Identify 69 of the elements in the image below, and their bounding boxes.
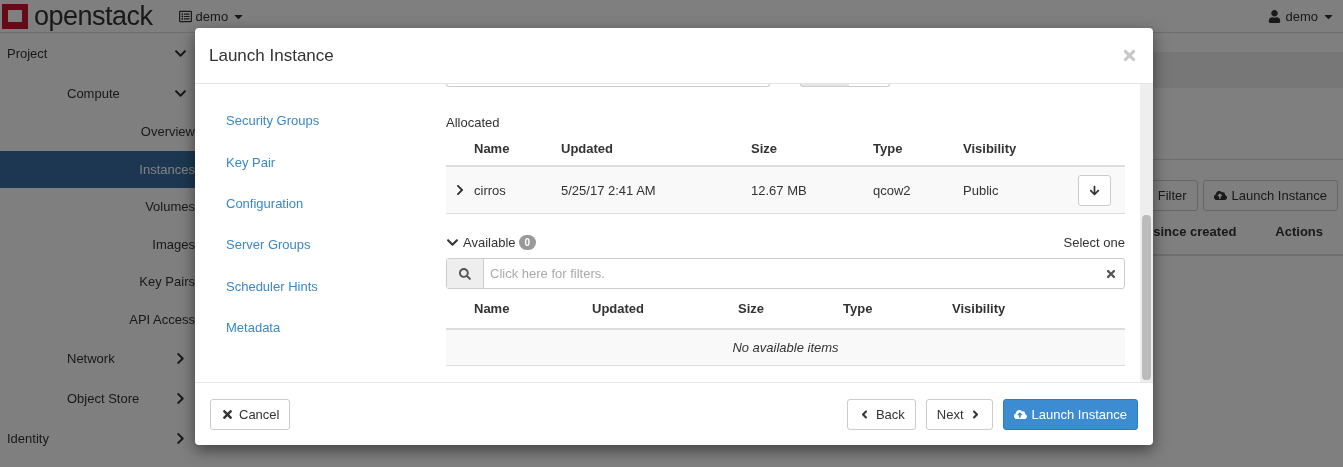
launch-instance-button[interactable]: Launch Instance (1202, 180, 1338, 211)
column-header: Visibility (963, 140, 1018, 156)
count-badge: 0 (518, 234, 537, 250)
table-cell-text: cirros (474, 182, 507, 198)
column-header: since created (1153, 224, 1237, 241)
cancel-button[interactable]: Cancel (210, 398, 291, 430)
empty-message: No available items (446, 330, 1125, 366)
column-header: Updated (561, 140, 614, 156)
close-button[interactable] (1121, 47, 1138, 64)
column-header: Name (474, 301, 511, 316)
table-cell-text: Public (963, 182, 1000, 198)
search-icon (459, 267, 471, 280)
table-cell-text: 5/25/17 2:41 AM (561, 182, 657, 198)
cloud-upload-icon (1213, 189, 1227, 202)
sidebar-group[interactable]: Project (0, 33, 195, 73)
sidebar-group[interactable]: Network (0, 338, 195, 378)
clear-icon[interactable] (1105, 267, 1117, 280)
back-button[interactable]: Back (846, 398, 916, 430)
arrow-down-icon (1089, 184, 1100, 196)
column-header: Size (751, 140, 778, 156)
logo-icon (0, 3, 30, 29)
sidebar-item[interactable]: API Access (0, 300, 195, 338)
wizard-step-link[interactable]: Server Groups (226, 224, 311, 266)
wizard-step-link[interactable]: Key Pair (226, 141, 276, 183)
column-header: Type (873, 140, 904, 156)
deallocate-button[interactable] (1078, 174, 1111, 206)
wizard-step-link[interactable]: Scheduler Hints (226, 265, 318, 307)
column-header: Updated (592, 301, 645, 316)
sidebar-group-label: Compute (67, 85, 120, 101)
sidebar-group[interactable]: Identity (0, 418, 195, 458)
sidebar-item[interactable]: Volumes (0, 188, 195, 226)
wizard-step-link[interactable]: Security Groups (226, 100, 320, 142)
sidebar-group-label: Project (7, 45, 48, 61)
chevron-right-icon (174, 431, 187, 445)
user-menu[interactable]: demo (1268, 8, 1335, 24)
sidebar-item[interactable]: Images (0, 225, 195, 263)
sidebar-item[interactable]: Key Pairs (0, 263, 195, 301)
sidebar-group-label: Network (67, 350, 115, 366)
wizard-step-link[interactable]: Configuration (226, 182, 304, 225)
list-icon (178, 9, 192, 23)
selection-hint: Select one (1063, 234, 1125, 250)
launch-instance-button[interactable]: Launch Instance (1002, 398, 1138, 430)
sidebar-group-label: Identity (7, 430, 49, 446)
search-bar[interactable]: Click here for filters. (446, 258, 1125, 289)
cloud-upload-icon (1013, 407, 1027, 421)
table-cell-text: qcow2 (873, 182, 912, 198)
column-header: Type (843, 301, 874, 316)
sidebar-group[interactable]: Compute (0, 73, 195, 113)
section-label: Allocated (446, 113, 501, 131)
wizard-step-link[interactable]: Metadata (226, 306, 281, 349)
sidebar-group[interactable]: Object Store (0, 378, 195, 418)
available-toggle[interactable]: Available (446, 234, 516, 250)
close-icon (221, 407, 234, 421)
next-button[interactable]: Next (925, 398, 993, 430)
sidebar-group-label: Object Store (67, 390, 140, 406)
user-icon (1268, 9, 1282, 23)
scrollbar[interactable] (1140, 84, 1153, 382)
sidebar-item[interactable]: Instances (0, 150, 195, 188)
column-header: Size (738, 301, 765, 316)
sidebar-item[interactable]: Overview (0, 113, 195, 151)
modal-title: Launch Instance (209, 45, 334, 66)
column-header: Name (474, 140, 511, 156)
column-header: Visibility (952, 301, 1007, 316)
project-menu[interactable]: demo (178, 8, 246, 24)
chevron-right-icon (174, 351, 187, 365)
column-header: Actions (1275, 224, 1323, 241)
table-cell-text: 12.67 MB (751, 182, 808, 198)
chevron-right-icon (174, 391, 187, 405)
brand-name: openstack (34, 0, 153, 32)
